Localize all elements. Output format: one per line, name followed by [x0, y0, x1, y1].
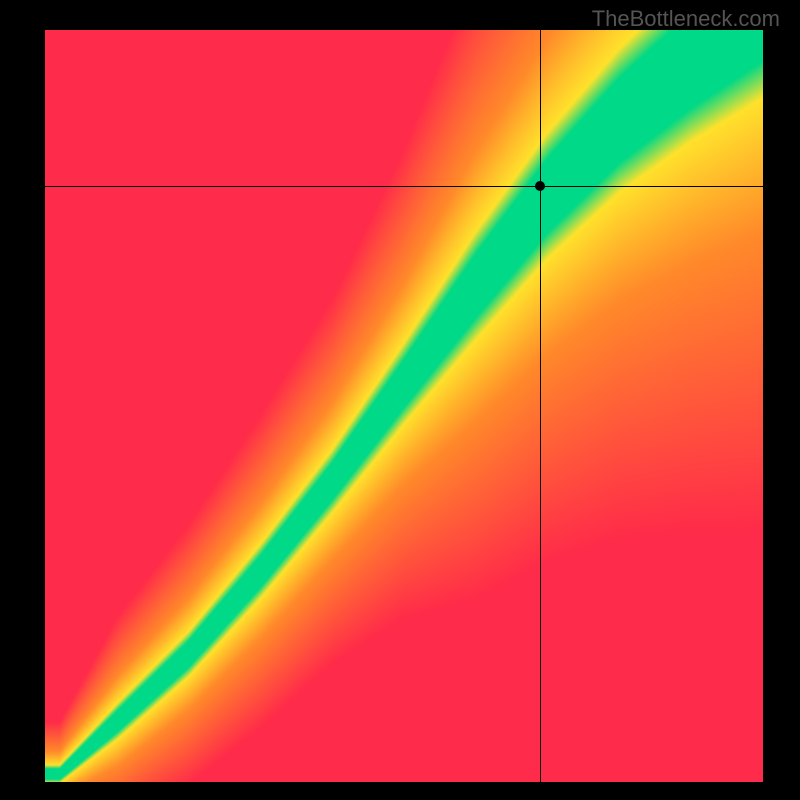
- watermark-text: TheBottleneck.com: [592, 6, 780, 32]
- crosshair-vertical: [540, 30, 541, 782]
- crosshair-horizontal: [45, 186, 763, 187]
- heatmap-canvas: [45, 30, 763, 782]
- marker-dot: [535, 181, 545, 191]
- plot-area: [45, 30, 763, 782]
